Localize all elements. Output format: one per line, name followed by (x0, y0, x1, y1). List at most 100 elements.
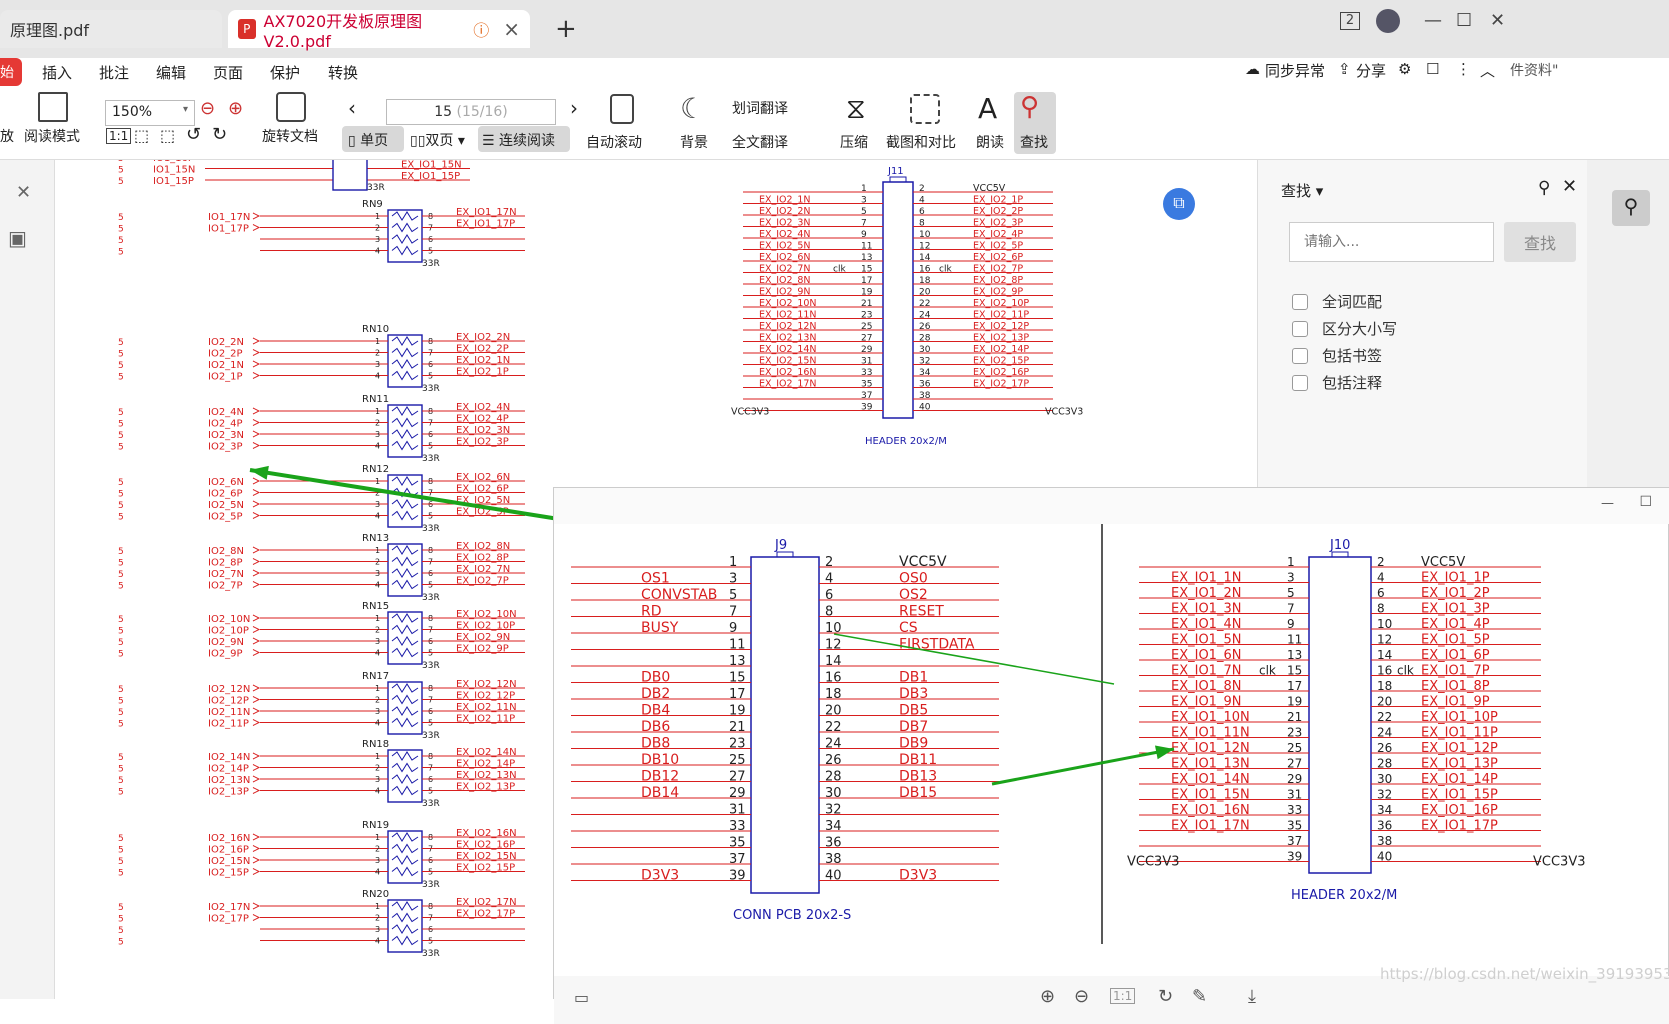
double-page-button[interactable]: ▯▯双页 ▾ (410, 130, 465, 150)
header-pin: 29 (729, 786, 746, 801)
rn-right-label: EX_IO2_15N (456, 851, 517, 862)
find-button[interactable]: 查找 (1020, 132, 1048, 152)
popup-minimize-icon[interactable]: — (1601, 496, 1614, 511)
rotate-right-icon[interactable]: ↻ (212, 124, 227, 145)
window-count-badge[interactable]: 2 (1340, 12, 1360, 30)
option-bookmarks[interactable]: 包括书签 (1292, 345, 1382, 366)
menu-protect[interactable]: 保护 (270, 62, 300, 83)
checkbox[interactable] (1292, 293, 1308, 310)
zoom-in-icon[interactable]: ⊕ (228, 98, 243, 119)
option-match-case[interactable]: 区分大小写 (1292, 318, 1397, 339)
zoom-out-icon[interactable]: ⊖ (200, 98, 215, 119)
warning-icon[interactable]: ⓘ (473, 17, 489, 41)
menu-insert[interactable]: 插入 (42, 62, 72, 83)
maximize-icon[interactable]: ☐ (1456, 10, 1472, 31)
close-sidebar-icon[interactable]: ✕ (16, 182, 31, 203)
header-right-label: VCC5V (1421, 555, 1465, 570)
single-page-button[interactable]: ▯ 单页 (348, 130, 388, 150)
actual-size-icon[interactable]: 1:1 (106, 128, 132, 144)
option-comments[interactable]: 包括注释 (1292, 372, 1382, 393)
full-translate-button[interactable]: 全文翻译 (732, 132, 788, 152)
collapse-ribbon-icon[interactable]: ︿ (1480, 60, 1495, 81)
menu-page[interactable]: 页面 (213, 62, 243, 83)
popup-maximize-icon[interactable]: ☐ (1639, 494, 1652, 510)
continuous-read-button[interactable]: ☰ 连续阅读 (482, 130, 555, 150)
header-left-label: EX_IO2_3N (759, 218, 811, 229)
find-input[interactable] (1289, 222, 1494, 262)
screenshot-compare-button[interactable]: 截图和对比 (886, 132, 956, 152)
sync-status[interactable]: 同步异常 (1265, 60, 1325, 81)
rn-resistor (391, 359, 419, 369)
tab-schematic[interactable]: 原理图.pdf (0, 10, 222, 48)
thumbnail-icon[interactable]: ▣ (8, 226, 27, 250)
rn-pin: 4 (375, 512, 380, 521)
gear-icon[interactable]: ⚙ (1398, 60, 1411, 78)
rn-resistor (391, 613, 419, 623)
new-tab-button[interactable]: + (555, 14, 577, 44)
header-left-label: DB8 (641, 736, 670, 752)
read-aloud-button[interactable]: 朗读 (976, 132, 1004, 152)
arrow-db13-to-header (991, 747, 1175, 786)
menu-annotate[interactable]: 批注 (99, 62, 129, 83)
next-page-icon[interactable]: › (570, 96, 578, 120)
layout-icon[interactable]: ▭ (574, 988, 589, 1007)
checkbox[interactable] (1292, 347, 1308, 364)
share-button[interactable]: 分享 (1356, 60, 1386, 81)
search-hint[interactable]: 件资料" (1510, 60, 1558, 80)
checkbox[interactable] (1292, 320, 1308, 337)
page-input[interactable]: 15 (15/16) (386, 99, 556, 125)
pen-icon[interactable]: ✎ (1192, 986, 1207, 1007)
menu-edit[interactable]: 编辑 (156, 62, 186, 83)
fit-page-icon[interactable]: ⬚ (134, 126, 149, 145)
menu-convert[interactable]: 转换 (328, 62, 358, 83)
zoom-in-icon[interactable]: ⊕ (1040, 986, 1055, 1007)
rn-name: RN12 (362, 464, 389, 475)
pin-icon[interactable]: ⚲ (1538, 178, 1550, 198)
zoom-select[interactable]: 150% ▾ (105, 100, 195, 126)
rn-right-label: EX_IO2_13P (456, 782, 515, 793)
continuous-label: 连续阅读 (499, 133, 556, 149)
float-tool-icon[interactable]: ⧉ (1163, 188, 1195, 220)
compress-button[interactable]: 压缩 (840, 132, 868, 152)
prev-page-icon[interactable]: ‹ (348, 96, 356, 120)
avatar[interactable] (1376, 9, 1400, 33)
menu-start[interactable]: 始 (0, 58, 22, 86)
autoscroll-button[interactable]: 自动滚动 (586, 132, 642, 152)
zoom-out-icon[interactable]: ⊖ (1074, 986, 1089, 1007)
find-submit-button[interactable]: 查找 (1504, 222, 1576, 262)
header-pin: 10 (825, 621, 842, 636)
popup-schematic: J91 2 VCC5V3 4OS1 OS05 6CONVSTAB OS27 8RD RESET9… (571, 524, 1585, 944)
actual-size-icon[interactable]: 1:1 (1110, 988, 1136, 1004)
vcc-label: VCC3V3 (1127, 855, 1179, 870)
rn-left-label: IO2_7P (208, 581, 243, 592)
download-icon[interactable]: ⤓ (1248, 986, 1256, 1007)
ribbon-toolbar (0, 88, 1669, 160)
header-right-label: D3V3 (899, 868, 937, 884)
fit-width-icon[interactable]: ⬚ (160, 126, 175, 145)
rotate-icon[interactable]: ↻ (1158, 986, 1173, 1007)
rn-pin: 1 (375, 614, 380, 623)
header-right-label: EX_IO1_2P (1421, 586, 1490, 601)
close-panel-icon[interactable]: ✕ (1562, 176, 1577, 197)
find-panel-title[interactable]: 查找 ▾ (1281, 180, 1323, 201)
minimize-icon[interactable]: — (1424, 10, 1442, 31)
option-whole-word[interactable]: 全词匹配 (1292, 291, 1382, 312)
background-button[interactable]: 背景 (680, 132, 708, 152)
message-icon[interactable]: ☐ (1426, 60, 1439, 78)
rn-left-label: IO2_16N (208, 833, 250, 844)
close-tab-icon[interactable]: × (503, 17, 520, 41)
word-translate-button[interactable]: 划词翻译 (732, 98, 788, 118)
rn-port (252, 349, 261, 356)
rn-body (387, 899, 423, 953)
read-mode-button[interactable]: 阅读模式 (24, 126, 80, 146)
find-sidebar-icon[interactable]: ⚲ (1612, 190, 1650, 226)
zoom-partial-label[interactable]: 放 (0, 126, 14, 146)
rotate-left-icon[interactable]: ↺ (186, 124, 201, 145)
more-icon[interactable]: ⋮ (1456, 60, 1471, 78)
rn-sheet-num: 5 (118, 547, 124, 557)
tab-ax7020[interactable]: P AX7020开发板原理图V2.0.pdf ⓘ × (228, 10, 530, 51)
rn-body (387, 749, 423, 803)
close-window-icon[interactable]: ✕ (1490, 10, 1505, 31)
rotate-doc-button[interactable]: 旋转文档 (262, 126, 318, 146)
checkbox[interactable] (1292, 374, 1308, 391)
